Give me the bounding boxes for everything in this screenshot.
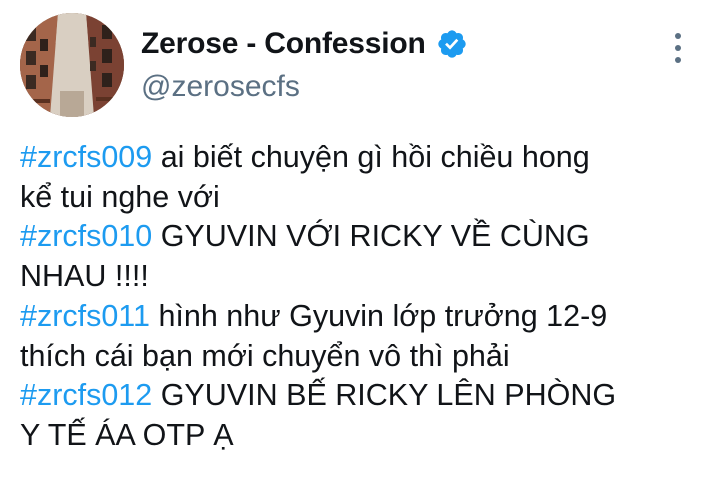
tweet-line: #zrcfs011 hình như Gyuvin lớp trưởng 12-… xyxy=(20,297,710,337)
tweet-line: thích cái bạn mới chuyển vô thì phải xyxy=(20,337,710,377)
hashtag-link[interactable]: #zrcfs011 xyxy=(20,299,150,333)
verified-badge-icon xyxy=(437,30,466,58)
line-text: NHAU !!!! xyxy=(20,259,149,294)
avatar[interactable] xyxy=(20,13,124,117)
author-handle[interactable]: @zerosecfs xyxy=(141,70,300,104)
line-text: hình như Gyuvin lớp trưởng 12-9 xyxy=(149,298,608,333)
tweet-line: kể tui nghe với xyxy=(20,178,710,218)
line-text: Y TẾ ÁA OTP Ạ xyxy=(20,417,234,452)
hashtag-link[interactable]: #zrcfs010 xyxy=(20,219,152,253)
more-dot xyxy=(675,33,681,39)
author-row: Zerose - Confession xyxy=(141,24,468,64)
hashtag-link[interactable]: #zrcfs012 xyxy=(20,378,152,412)
more-dot xyxy=(675,57,681,63)
line-text: kể tui nghe với xyxy=(20,179,220,214)
street-photo-avatar xyxy=(20,13,124,117)
tweet-line: #zrcfs010 GYUVIN VỚI RICKY VỀ CÙNG xyxy=(20,217,710,257)
more-dot xyxy=(675,45,681,51)
line-text: thích cái bạn mới chuyển vô thì phải xyxy=(20,338,510,373)
tweet-line: Y TẾ ÁA OTP Ạ xyxy=(20,416,710,456)
more-vertical-icon[interactable] xyxy=(662,32,694,64)
line-text: GYUVIN VỚI RICKY VỀ CÙNG xyxy=(152,219,590,254)
tweet-line: #zrcfs012 GYUVIN BẾ RICKY LÊN PHÒNG xyxy=(20,376,710,416)
line-text: ai biết chuyện gì hồi chiều hong xyxy=(152,140,590,174)
tweet-card: Zerose - Confession @zerosecfs #zrcfs009… xyxy=(0,0,720,483)
hashtag-link[interactable]: #zrcfs009 xyxy=(20,140,152,174)
tweet-line: #zrcfs009 ai biết chuyện gì hồi chiều ho… xyxy=(20,138,710,178)
line-text: GYUVIN BẾ RICKY LÊN PHÒNG xyxy=(152,378,617,413)
display-name[interactable]: Zerose - Confession xyxy=(141,27,426,61)
tweet-text: #zrcfs009 ai biết chuyện gì hồi chiều ho… xyxy=(20,138,710,456)
tweet-line: NHAU !!!! xyxy=(20,257,710,297)
